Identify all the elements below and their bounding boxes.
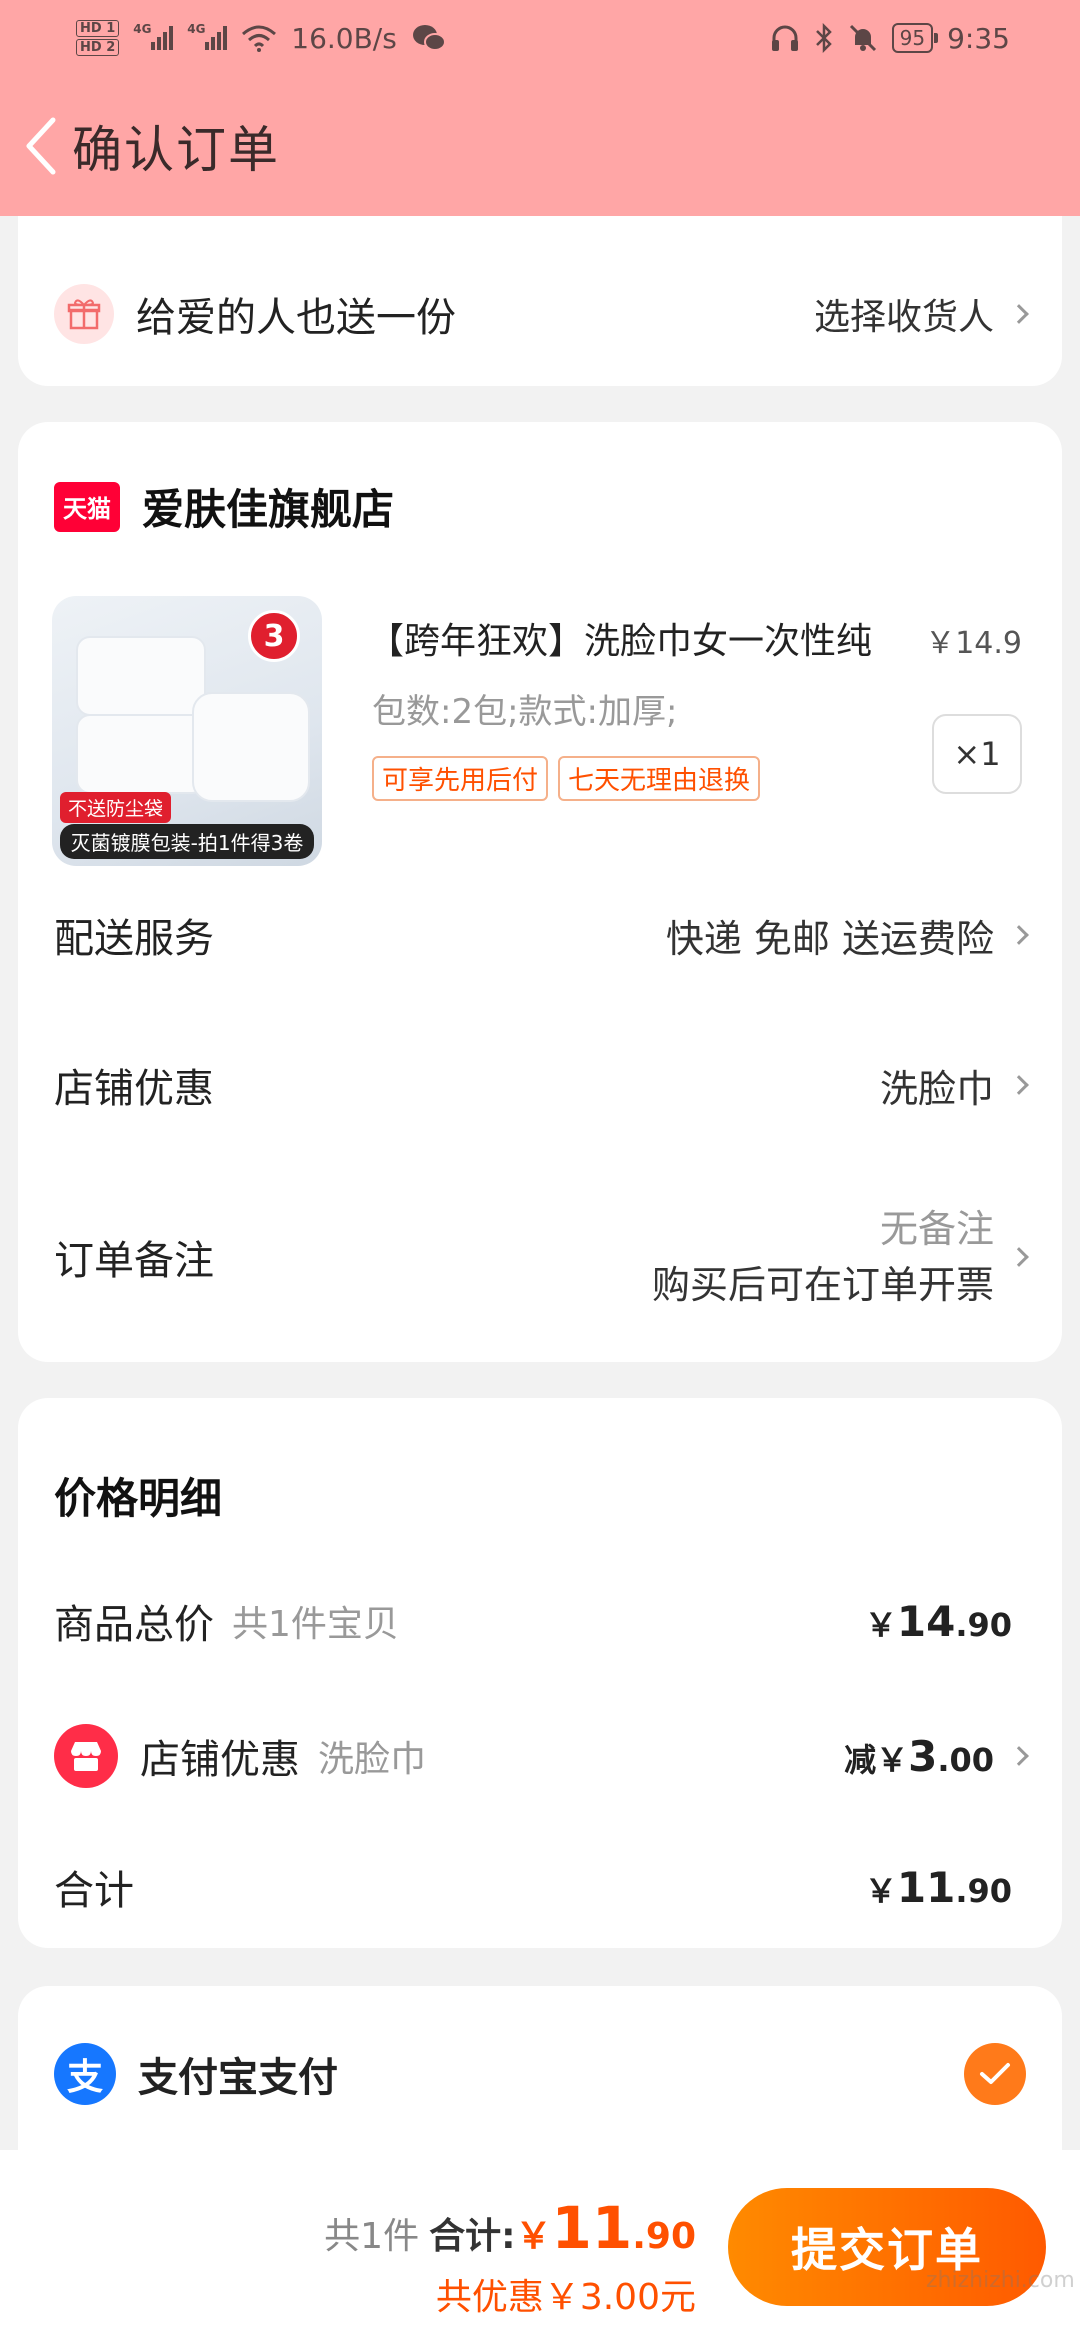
headset-icon [771,25,798,51]
product-price: ￥14.9 [925,626,1022,661]
bottom-bar: 共1件 合计: ￥ 11 .90 共优惠￥3.00元 提交订单 [0,2150,1080,2340]
signal-2-icon: 4G [187,22,228,50]
mute-bell-icon [849,24,876,52]
battery-indicator: 95 [891,23,939,53]
quantity-stepper[interactable]: ×1 [932,714,1022,794]
status-bar-left: HD 1 HD 2 4G 4G 16.0B/s [76,20,447,56]
product-tags: 可享先用后付 七天无理由退换 [372,756,761,801]
chevron-right-icon [1009,1075,1029,1095]
wifi-icon [242,25,277,52]
price-detail-card: 价格明细 商品总价 共1件宝贝 ￥14.90 店铺优惠 洗脸巾 减￥3.00 合… [18,1398,1062,1948]
chevron-right-icon [1009,1247,1029,1267]
product-sku: 包数:2包;款式:加厚; [372,692,678,732]
hd-indicator: HD 1 HD 2 [76,20,120,56]
nav-bar: 确认订单 [0,96,1080,196]
product-image[interactable]: 3 不送防尘袋 灭菌镀膜包装-拍1件得3卷 [52,596,322,866]
shop-discount-label: 店铺优惠 [140,1737,300,1783]
clock: 9:35 [947,21,1010,55]
image-tag-promo: 灭菌镀膜包装-拍1件得3卷 [60,824,314,859]
gift-label: 给爱的人也送一份 [136,295,456,341]
image-tag-no-bag: 不送防尘袋 [60,792,172,823]
delivery-row[interactable]: 配送服务 快递 免邮 送运费险 [54,900,1029,970]
shop-discount-sub: 洗脸巾 [318,1739,427,1780]
image-badge: 3 [248,610,300,662]
network-speed: 16.0B/s [291,21,397,55]
status-bar-right: 95 9:35 [770,22,1010,55]
page-title: 确认订单 [72,121,280,179]
net2-label: 4G [187,22,206,36]
bottom-total-dec: .90 [632,2216,696,2257]
bottom-currency: ￥ [515,2216,552,2257]
hd1-label: HD 1 [76,20,120,37]
store-discount-value: 洗脸巾 [879,1066,994,1111]
invoice-hint: 购买后可在订单开票 [651,1263,994,1307]
order-note-values: 无备注 购买后可在订单开票 [652,1201,994,1313]
chevron-right-icon [1009,925,1029,945]
watermark: zhizhizhi.com [926,2268,1075,2293]
bluetooth-icon [815,23,832,53]
order-note-row[interactable]: 订单备注 无备注 购买后可在订单开票 [54,1192,1029,1322]
bottom-saving: 共优惠￥3.00元 [435,2277,696,2318]
tmall-logo: 天猫 [54,481,120,532]
shop-discount-row[interactable]: 店铺优惠 洗脸巾 减￥3.00 [54,1716,1029,1796]
gift-card[interactable]: 给爱的人也送一份 选择收货人 [18,216,1062,386]
price-detail-title: 价格明细 [54,1473,223,1523]
wechat-icon [412,25,446,51]
chevron-right-icon [1009,1746,1029,1766]
bottom-total: 共1件 合计: ￥ 11 .90 [324,2194,696,2262]
total-row: 合计 ￥11.90 [54,1852,1026,1922]
delivery-value: 快递 免邮 送运费险 [665,916,994,961]
net1-label: 4G [133,22,152,36]
tag-pay-later: 可享先用后付 [372,756,549,801]
checkmark-icon[interactable] [964,2043,1026,2105]
chevron-right-icon [1009,304,1029,324]
delivery-label: 配送服务 [54,916,214,962]
goods-total-value: ￥14.90 [864,1596,1012,1646]
bottom-count: 共1件 [324,2216,420,2257]
shop-icon [54,1724,118,1788]
payment-method-label: 支付宝支付 [138,2055,338,2101]
bottom-total-label: 合计: [429,2216,516,2257]
goods-total-label: 商品总价 [54,1602,214,1648]
store-discount-label: 店铺优惠 [54,1066,214,1112]
goods-total-row: 商品总价 共1件宝贝 ￥14.90 [54,1586,1026,1656]
status-bar: HD 1 HD 2 4G 4G 16.0B/s 95 9:35 [0,0,1080,76]
store-card: 天猫 爱肤佳旗舰店 3 不送防尘袋 灭菌镀膜包装-拍1件得3卷 【跨年狂欢】洗脸… [18,422,1062,1362]
store-discount-row[interactable]: 店铺优惠 洗脸巾 [54,1050,1029,1120]
back-arrow-icon[interactable] [20,116,60,176]
total-label: 合计 [54,1868,134,1914]
hd2-label: HD 2 [76,39,120,56]
total-value: ￥11.90 [864,1862,1012,1912]
shop-discount-value: 减￥3.00 [844,1731,994,1781]
gift-icon [54,284,114,344]
header: HD 1 HD 2 4G 4G 16.0B/s 95 9:35 确认订单 [0,0,1080,216]
select-receiver-link[interactable]: 选择收货人 [814,288,994,340]
tag-7day-return: 七天无理由退换 [558,756,761,801]
store-name[interactable]: 爱肤佳旗舰店 [142,476,394,537]
order-note-placeholder[interactable]: 无备注 [652,1201,994,1257]
signal-1-icon: 4G [133,22,174,50]
goods-total-sub: 共1件宝贝 [232,1604,399,1645]
alipay-icon: 支 [54,2043,116,2105]
product-title[interactable]: 【跨年狂欢】洗脸巾女一次性纯 [368,612,872,664]
order-note-label: 订单备注 [54,1238,214,1284]
bottom-total-int: 11 [551,2194,633,2262]
